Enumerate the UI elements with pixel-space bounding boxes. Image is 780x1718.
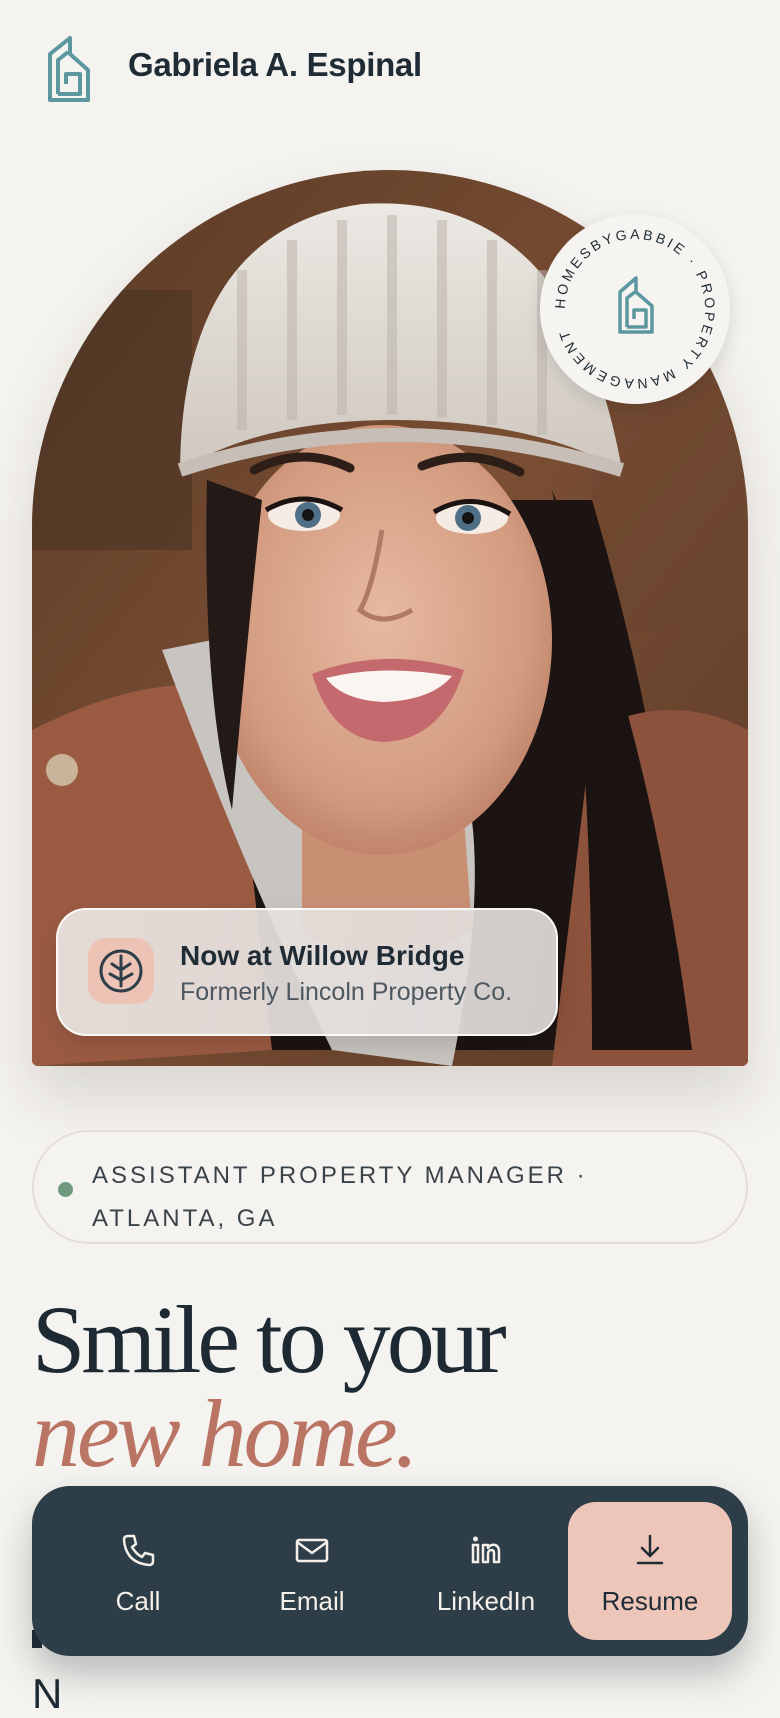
site-header: Gabriela A. Espinal <box>0 0 780 140</box>
mail-icon <box>295 1538 329 1563</box>
brand-seal-badge: HOMESBYGABBIE · PROPERTY MANAGEMENT <box>540 214 730 404</box>
role-location-pill: ASSISTANT PROPERTY MANAGER · ATLANTA, GA <box>32 1130 748 1244</box>
willow-tree-icon <box>88 938 154 1004</box>
email-label: Email <box>279 1586 345 1616</box>
role-text: ASSISTANT PROPERTY MANAGER · ATLANTA, GA <box>92 1162 588 1232</box>
employer-title: Now at Willow Bridge <box>180 940 465 971</box>
download-icon <box>636 1534 664 1565</box>
call-label: Call <box>115 1586 161 1616</box>
linkedin-icon <box>471 1536 501 1564</box>
house-g-logo-icon <box>618 276 654 334</box>
linkedin-label: LinkedIn <box>436 1586 536 1616</box>
contact-action-bar: Call Email LinkedIn Resume <box>32 1486 748 1656</box>
headline-line-2: new home. <box>32 1380 419 1487</box>
current-employer-card: Now at Willow Bridge Formerly Lincoln Pr… <box>56 908 558 1036</box>
brand-name[interactable]: Gabriela A. Espinal <box>128 46 422 84</box>
headline-line-1: Smile to your <box>32 1286 507 1393</box>
house-g-logo-icon[interactable] <box>44 34 94 104</box>
resume-label: Resume <box>601 1586 699 1616</box>
below-fold-text: N <box>32 1670 63 1717</box>
call-button[interactable]: Call <box>56 1502 220 1640</box>
resume-download-button[interactable]: Resume <box>568 1502 732 1640</box>
phone-icon <box>122 1534 155 1567</box>
linkedin-button[interactable]: LinkedIn <box>404 1502 568 1640</box>
email-button[interactable]: Email <box>230 1502 394 1640</box>
status-dot <box>58 1182 73 1197</box>
employer-subtitle: Formerly Lincoln Property Co. <box>180 978 513 1006</box>
